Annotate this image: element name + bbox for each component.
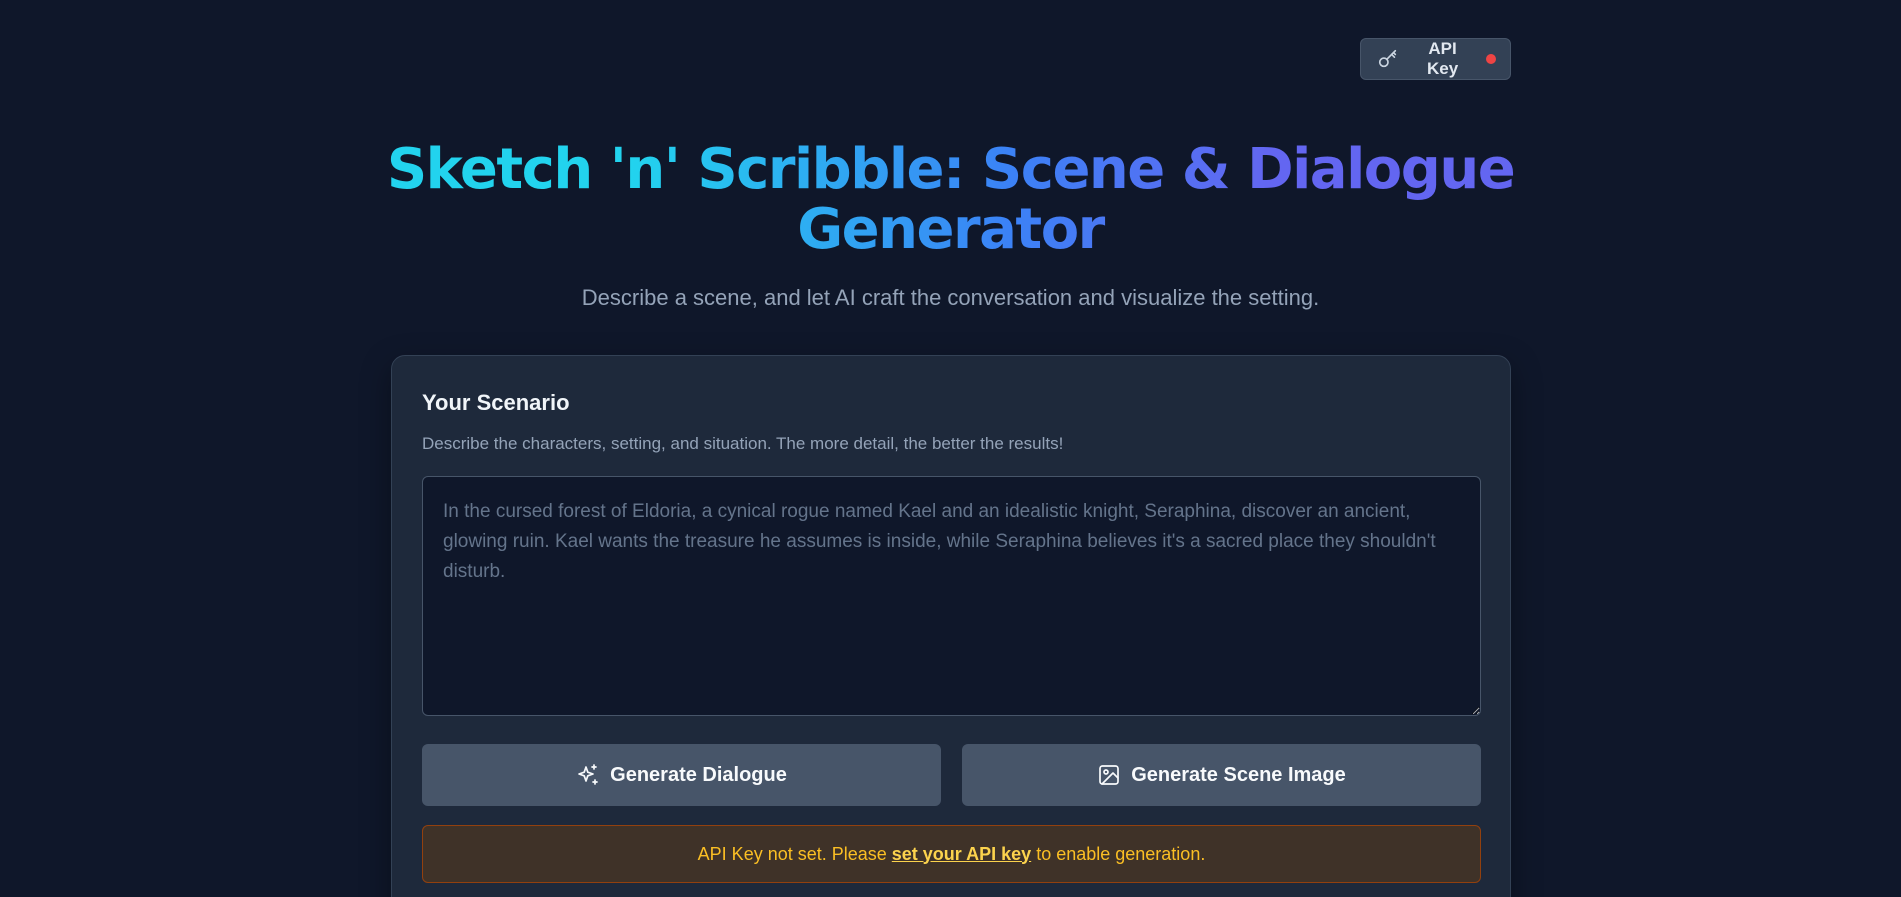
page-subtitle: Describe a scene, and let AI craft the c… (581, 285, 1320, 310)
sparkles-icon (576, 763, 600, 787)
scenario-input[interactable] (422, 476, 1481, 716)
api-key-button[interactable]: API Key (1360, 38, 1511, 80)
scenario-card: Your Scenario Describe the characters, s… (391, 355, 1511, 897)
generate-dialogue-label: Generate Dialogue (610, 763, 787, 786)
page-title: Sketch 'n' Scribble: Scene & Dialogue Ge… (381, 140, 1521, 260)
key-icon (1377, 48, 1399, 70)
warning-suffix: to enable generation. (1036, 843, 1206, 864)
app-page: API Key Sketch 'n' Scribble: Scene & Dia… (0, 0, 1901, 897)
api-key-warning: API Key not set. Please set your API key… (422, 825, 1481, 883)
scenario-heading: Your Scenario (422, 390, 570, 415)
api-key-status-dot (1486, 54, 1496, 64)
generate-scene-image-button[interactable]: Generate Scene Image (962, 744, 1481, 806)
scenario-description: Describe the characters, setting, and si… (422, 434, 1064, 453)
set-api-key-link[interactable]: set your API key (892, 844, 1031, 865)
api-key-label: API Key (1426, 39, 1459, 78)
image-icon (1097, 763, 1121, 787)
generate-scene-image-label: Generate Scene Image (1131, 763, 1346, 786)
warning-prefix: API Key not set. Please (697, 843, 887, 864)
generate-dialogue-button[interactable]: Generate Dialogue (422, 744, 941, 806)
